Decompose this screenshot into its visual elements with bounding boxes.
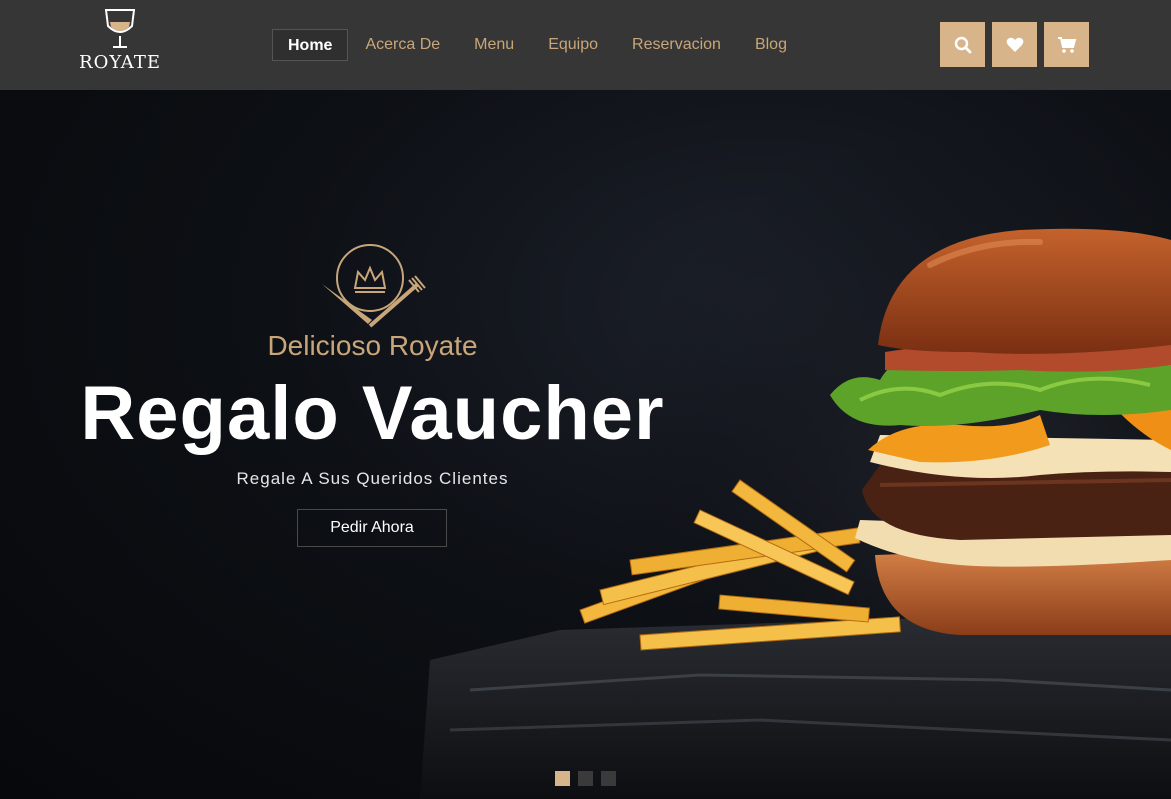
wishlist-button[interactable] bbox=[992, 22, 1037, 67]
hero-subtitle: Delicioso Royate bbox=[267, 330, 478, 361]
nav-menu[interactable]: Menu bbox=[457, 29, 531, 61]
cart-icon bbox=[1057, 36, 1076, 53]
hero-slider: Delicioso Royate Regalo Vaucher Regale A… bbox=[0, 90, 1171, 799]
heart-icon bbox=[1006, 37, 1023, 52]
nav-blog[interactable]: Blog bbox=[738, 29, 804, 61]
main-nav: Home Acerca De Menu Equipo Reservacion B… bbox=[272, 29, 804, 61]
hero-tagline: Regale A Sus Queridos Clientes bbox=[236, 469, 509, 488]
nav-acerca-de[interactable]: Acerca De bbox=[348, 29, 457, 61]
cart-button[interactable] bbox=[1044, 22, 1089, 67]
slide-dot-2[interactable] bbox=[578, 771, 593, 786]
hero-title: Regalo Vaucher bbox=[80, 371, 665, 456]
nav-equipo[interactable]: Equipo bbox=[531, 29, 615, 61]
top-navbar: ROYATE Home Acerca De Menu Equipo Reserv… bbox=[0, 0, 1171, 90]
wine-glass-icon bbox=[104, 9, 136, 48]
nav-reservacion[interactable]: Reservacion bbox=[615, 29, 738, 61]
brand-name: ROYATE bbox=[79, 52, 161, 73]
search-button[interactable] bbox=[940, 22, 985, 67]
slider-pagination bbox=[555, 771, 624, 786]
nav-icon-group bbox=[940, 22, 1096, 67]
nav-home[interactable]: Home bbox=[272, 29, 349, 61]
slide-dot-3[interactable] bbox=[601, 771, 616, 786]
brand-logo[interactable]: ROYATE bbox=[78, 6, 162, 82]
crown-cutlery-emblem-icon bbox=[322, 244, 426, 328]
order-now-button[interactable]: Pedir Ahora bbox=[297, 509, 447, 547]
search-icon bbox=[954, 36, 971, 53]
slide-dot-1[interactable] bbox=[555, 771, 570, 786]
